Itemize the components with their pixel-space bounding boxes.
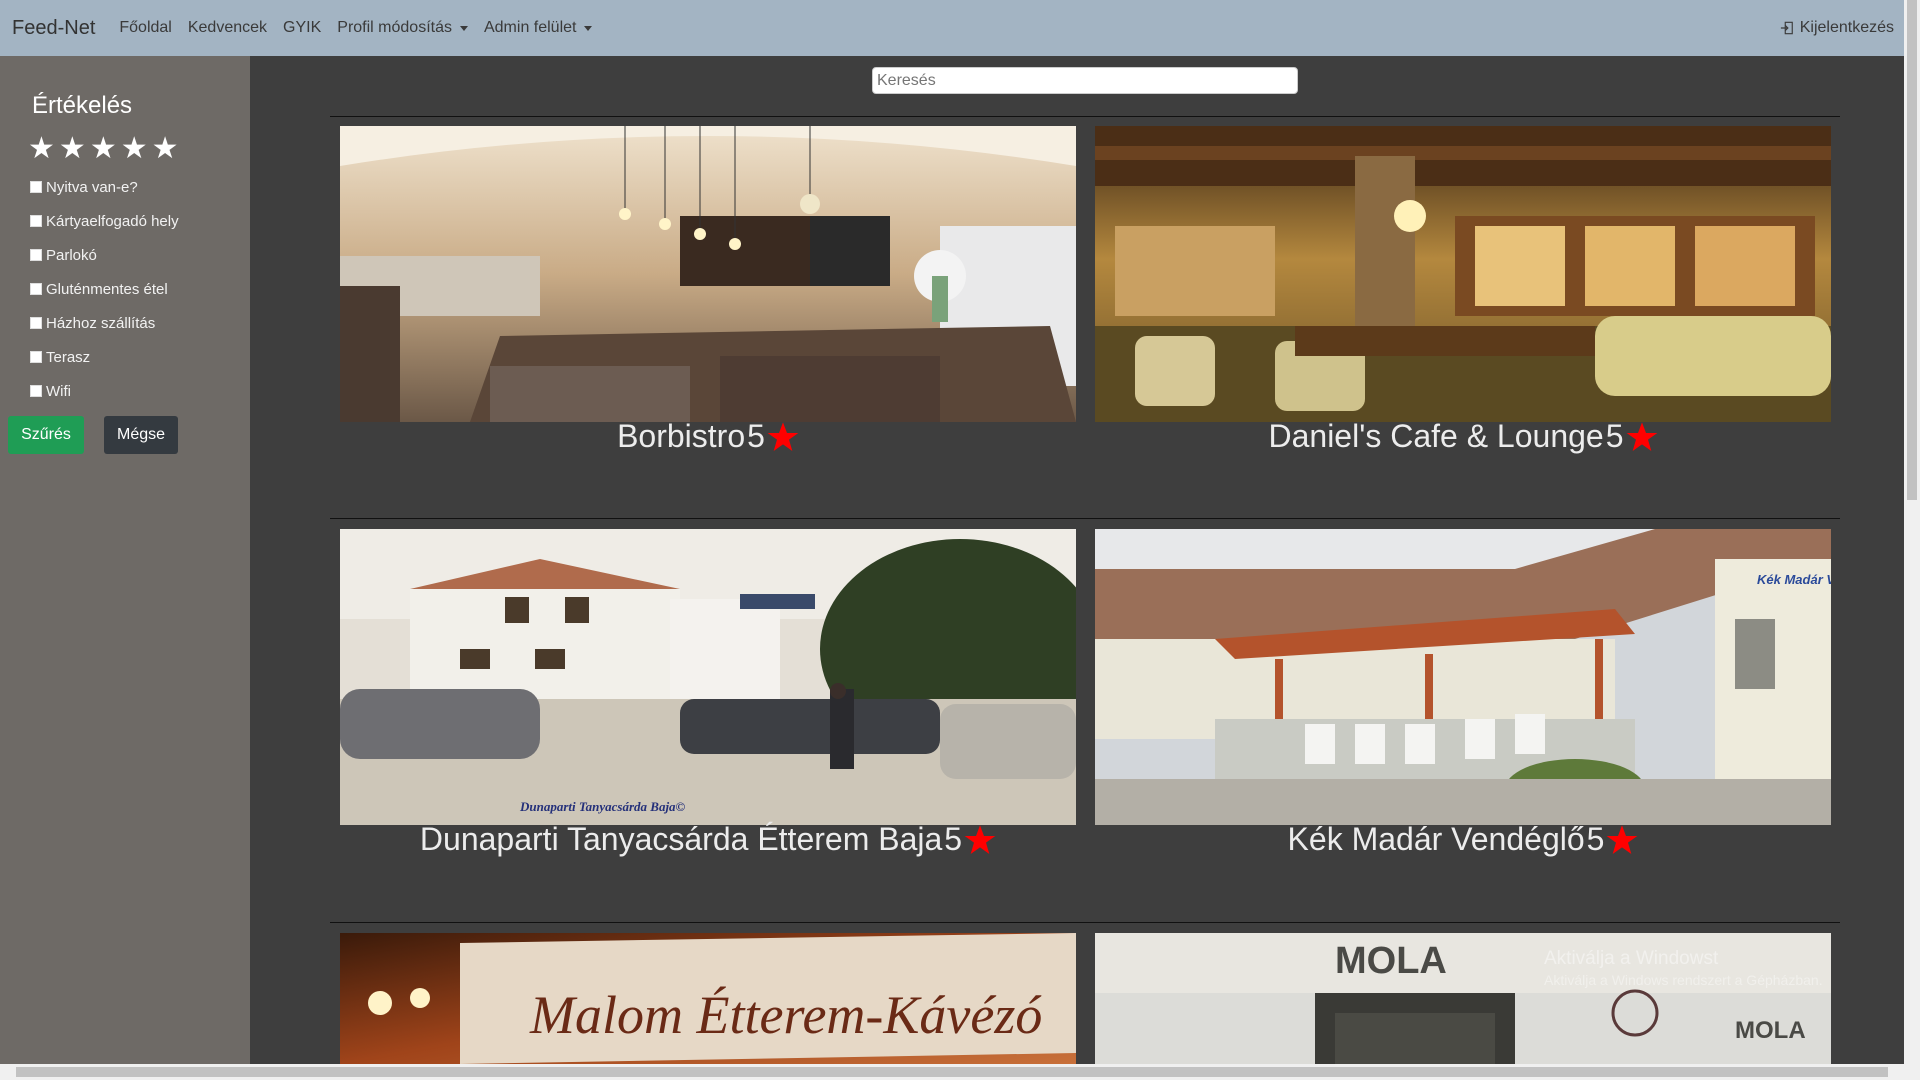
star-icon xyxy=(964,824,996,854)
star-icon xyxy=(1626,421,1657,451)
checkbox-open[interactable] xyxy=(30,181,42,193)
logout-label: Kijelentkezés xyxy=(1799,19,1894,36)
filter-button[interactable]: Szűrés xyxy=(8,416,84,454)
nav-favorites[interactable]: Kedvencek xyxy=(188,19,267,37)
nav-admin-dropdown[interactable]: Admin felület xyxy=(484,19,593,37)
restaurant-image-kek-madar[interactable]: Kék Madár Vendéglő xyxy=(1095,529,1831,825)
restaurant-rating: 5 xyxy=(944,821,963,857)
navbar: Feed-Net Főoldal Kedvencek GYIK Profil m… xyxy=(0,0,1904,56)
filter-label: Kártyaelfogadó hely xyxy=(46,212,179,230)
building-sign-small: MOLA xyxy=(1735,1017,1806,1044)
filter-parking: Parlokó xyxy=(30,238,179,272)
restaurant-name: Kék Madár Vendéglő xyxy=(1287,821,1585,857)
nav-home[interactable]: Főoldal xyxy=(119,19,171,37)
sidebar: Értékelés ★ ★ ★ ★ ★ Nyitva van-e? Kártya… xyxy=(0,56,250,1064)
checkbox-gluten-free[interactable] xyxy=(30,283,42,295)
filter-terrace: Terasz xyxy=(30,340,179,374)
checkbox-parking[interactable] xyxy=(30,249,42,261)
star-icon-4[interactable]: ★ xyxy=(121,134,148,164)
restaurant-title-daniels-cafe[interactable]: Daniel's Cafe & Lounge 5 xyxy=(1095,418,1831,455)
restaurant-image-mola[interactable]: MOLA MOLA xyxy=(1095,933,1831,1064)
divider xyxy=(330,518,1840,519)
restaurant-image-dunaparti[interactable]: Dunaparti Tanyacsárda Baja© xyxy=(340,529,1076,825)
restaurant-name: Daniel's Cafe & Lounge xyxy=(1268,418,1604,454)
horizontal-scroll-thumb[interactable] xyxy=(16,1067,1888,1077)
restaurant-rating: 5 xyxy=(1605,418,1624,454)
star-icon-1[interactable]: ★ xyxy=(28,134,55,164)
windows-watermark-title: Aktiválja a Windowst xyxy=(1544,948,1719,969)
filter-delivery: Házhoz szállítás xyxy=(30,306,179,340)
windows-watermark-subtitle: Aktiválja a Windows rendszert a Gépházba… xyxy=(1544,972,1823,988)
star-icon-2[interactable]: ★ xyxy=(59,134,86,164)
checkbox-wifi[interactable] xyxy=(30,385,42,397)
vertical-scroll-thumb[interactable] xyxy=(1907,0,1917,500)
restaurant-name: Dunaparti Tanyacsárda Étterem Baja xyxy=(419,821,943,857)
logout-icon xyxy=(1780,21,1793,35)
restaurant-title-dunaparti[interactable]: Dunaparti Tanyacsárda Étterem Baja 5 xyxy=(340,821,1076,858)
star-rating: ★ ★ ★ ★ ★ xyxy=(28,134,179,164)
filter-label: Házhoz szállítás xyxy=(46,314,156,332)
checkbox-delivery[interactable] xyxy=(30,317,42,329)
search-input[interactable] xyxy=(872,67,1298,94)
nav-profile-dropdown[interactable]: Profil módosítás xyxy=(337,19,468,37)
building-sign: MOLA xyxy=(1335,940,1447,982)
checkbox-card[interactable] xyxy=(30,215,42,227)
restaurant-rating: 5 xyxy=(747,418,765,454)
filter-gluten-free: Gluténmentes étel xyxy=(30,272,179,306)
nav-faq[interactable]: GYIK xyxy=(283,19,321,37)
filter-label: Nyitva van-e? xyxy=(46,178,138,196)
image-caption: Dunaparti Tanyacsárda Baja© xyxy=(519,799,686,814)
star-icon-3[interactable]: ★ xyxy=(90,134,117,164)
divider xyxy=(330,116,1840,117)
filter-list: Nyitva van-e? Kártyaelfogadó hely Parlok… xyxy=(30,170,179,408)
caret-down-icon xyxy=(459,25,468,31)
star-icon-5[interactable]: ★ xyxy=(152,134,179,164)
restaurant-title-borbistro[interactable]: Borbistro 5 xyxy=(340,418,1076,455)
logout-link[interactable]: Kijelentkezés xyxy=(1780,0,1894,56)
nav-profile-label: Profil módosítás xyxy=(337,19,452,36)
restaurant-image-borbistro[interactable] xyxy=(340,126,1076,422)
filter-wifi: Wifi xyxy=(30,374,179,408)
building-sign: Malom Étterem-Kávézó xyxy=(529,985,1042,1045)
caret-down-icon xyxy=(584,25,593,31)
filter-label: Gluténmentes étel xyxy=(46,280,168,298)
nav-admin-label: Admin felület xyxy=(483,19,577,36)
divider xyxy=(330,922,1840,923)
checkbox-terrace[interactable] xyxy=(30,351,42,363)
filter-card: Kártyaelfogadó hely xyxy=(30,204,179,238)
filter-label: Wifi xyxy=(46,382,71,400)
restaurant-image-daniels-cafe[interactable] xyxy=(1095,126,1831,422)
restaurant-image-malom[interactable]: Malom Étterem-Kávézó xyxy=(340,933,1076,1064)
rating-title: Értékelés xyxy=(32,92,133,119)
filter-open: Nyitva van-e? xyxy=(30,170,179,204)
building-sign: Kék Madár Vendéglő xyxy=(1757,572,1831,587)
restaurant-rating: 5 xyxy=(1586,821,1605,857)
cancel-button[interactable]: Mégse xyxy=(104,416,178,454)
horizontal-scrollbar[interactable] xyxy=(0,1064,1920,1080)
filter-label: Parlokó xyxy=(46,246,97,264)
vertical-scrollbar[interactable] xyxy=(1904,0,1920,1064)
brand-logo[interactable]: Feed-Net xyxy=(12,17,95,40)
star-icon xyxy=(1607,824,1638,854)
restaurant-name: Borbistro xyxy=(617,418,746,454)
filter-label: Terasz xyxy=(46,348,91,366)
star-icon xyxy=(767,421,799,451)
restaurant-title-kek-madar[interactable]: Kék Madár Vendéglő 5 xyxy=(1095,821,1831,858)
